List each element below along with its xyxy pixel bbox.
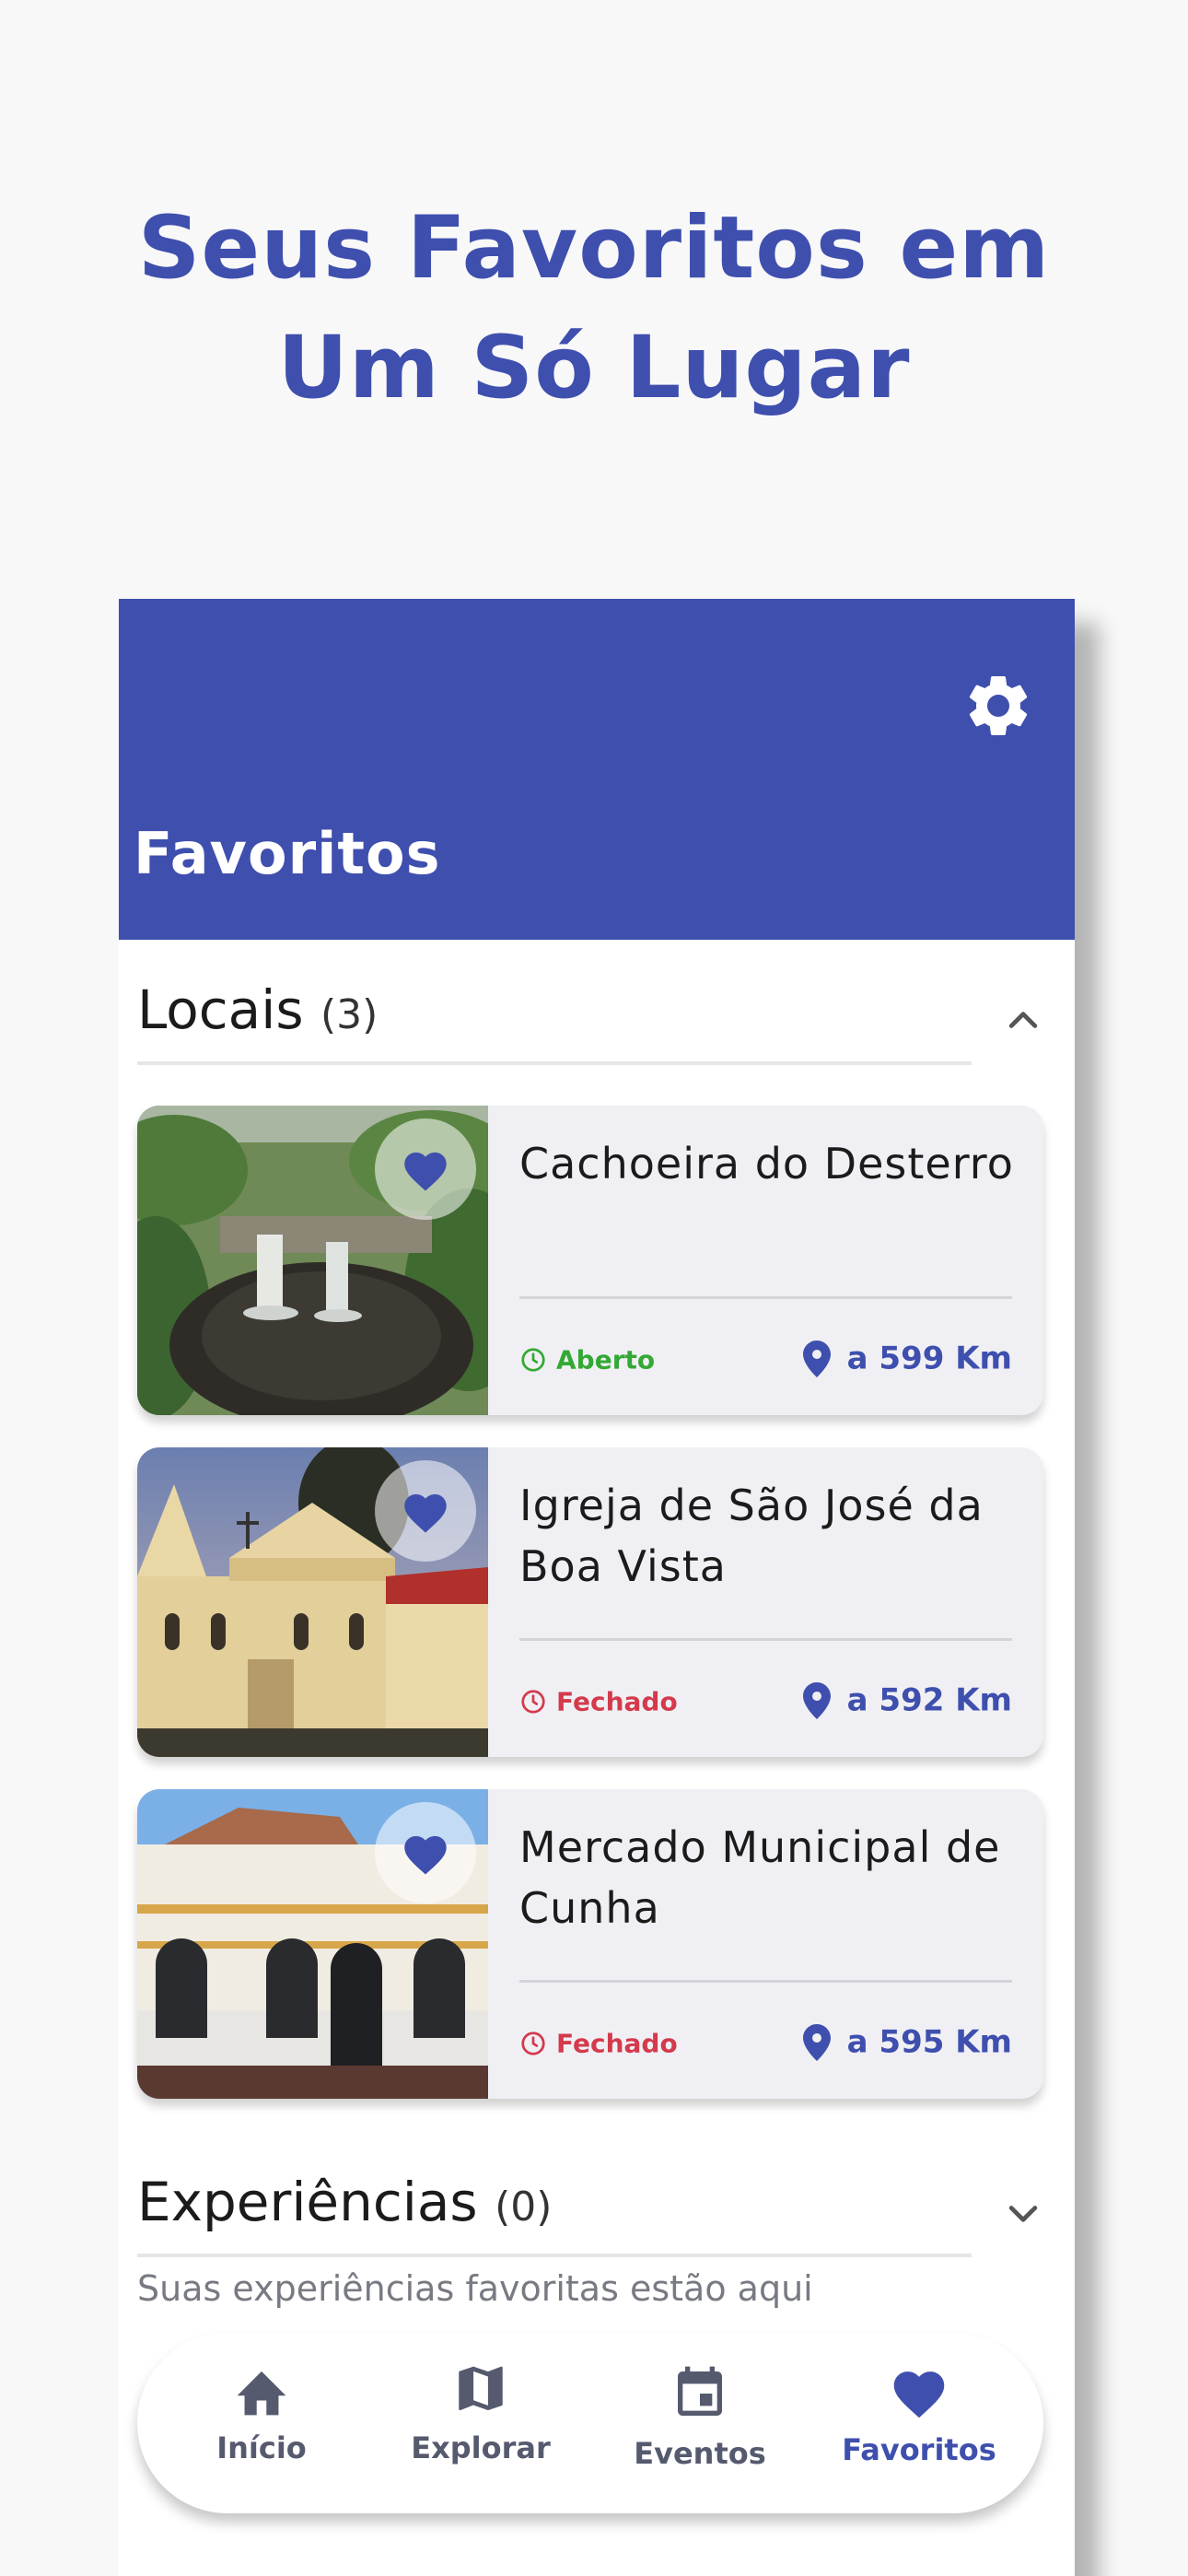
calendar-icon (678, 2366, 722, 2416)
heart-icon (404, 1493, 447, 1533)
section-title-experiencias: Experiências (137, 2171, 478, 2233)
app-bar: Favoritos (119, 599, 1075, 940)
section-count-locais: (3) (320, 991, 379, 1038)
nav-item-inicio[interactable]: Início (156, 2364, 367, 2465)
section-divider (137, 1061, 972, 1065)
map-icon (459, 2366, 503, 2411)
section-header-experiencias[interactable]: Experiências (0) (137, 2171, 1058, 2257)
distance-label: a 599 Km (802, 1339, 1012, 1377)
gear-icon[interactable] (961, 669, 1035, 743)
page-title: Favoritos (134, 820, 441, 887)
favorite-toggle[interactable] (375, 1118, 476, 1220)
favorite-toggle[interactable] (375, 1802, 476, 1903)
nav-item-favoritos[interactable]: Favoritos (813, 2364, 1025, 2467)
heart-icon (893, 2371, 945, 2418)
nav-item-explorar[interactable]: Explorar (375, 2364, 587, 2465)
phone-screen: Favoritos Locais (3) Cachoeira do Dester… (119, 599, 1075, 2576)
status-badge: Fechado (519, 2027, 678, 2059)
clock-icon (521, 2032, 545, 2055)
section-title-locais: Locais (137, 978, 304, 1041)
location-pin-icon (802, 1681, 831, 1719)
place-card[interactable]: Igreja de São José da Boa Vista Fechado … (137, 1447, 1043, 1757)
nav-item-eventos[interactable]: Eventos (594, 2364, 806, 2471)
place-card[interactable]: Mercado Municipal de Cunha Fechado a 595… (137, 1789, 1043, 2099)
promo-headline: Seus Favoritos em Um Só Lugar (0, 189, 1188, 428)
location-pin-icon (802, 2023, 831, 2061)
home-icon (237, 2371, 286, 2416)
headline-line-1: Seus Favoritos em (137, 198, 1051, 299)
chevron-down-icon[interactable] (1003, 2193, 1043, 2233)
heart-icon (404, 1835, 447, 1875)
heart-icon (404, 1152, 447, 1191)
clock-icon (521, 1348, 545, 1372)
section-header-locais[interactable]: Locais (3) (137, 978, 1058, 1065)
card-divider (519, 1296, 1012, 1299)
distance-label: a 595 Km (802, 2022, 1012, 2061)
section-count-experiencias: (0) (495, 2184, 553, 2231)
location-pin-icon (802, 1340, 831, 1377)
status-badge: Aberto (519, 1343, 655, 1376)
headline-line-2: Um Só Lugar (277, 318, 911, 418)
place-card[interactable]: Cachoeira do Desterro Aberto a 599 Km (137, 1106, 1043, 1415)
card-divider (519, 1638, 1012, 1641)
chevron-up-icon[interactable] (1003, 1001, 1043, 1041)
place-name: Cachoeira do Desterro (519, 1139, 1014, 1188)
card-divider (519, 1980, 1012, 1983)
favorite-toggle[interactable] (375, 1460, 476, 1562)
section-divider (137, 2254, 972, 2257)
section-subtitle: Suas experiências favoritas estão aqui (137, 2268, 813, 2309)
clock-icon (521, 1690, 545, 1714)
distance-label: a 592 Km (802, 1680, 1012, 1719)
bottom-navigation: Início Explorar Eventos Favoritos (137, 2333, 1043, 2513)
place-name: Igreja de São José da Boa Vista (519, 1481, 984, 1591)
status-badge: Fechado (519, 1685, 678, 1717)
place-name: Mercado Municipal de Cunha (519, 1822, 1001, 1933)
